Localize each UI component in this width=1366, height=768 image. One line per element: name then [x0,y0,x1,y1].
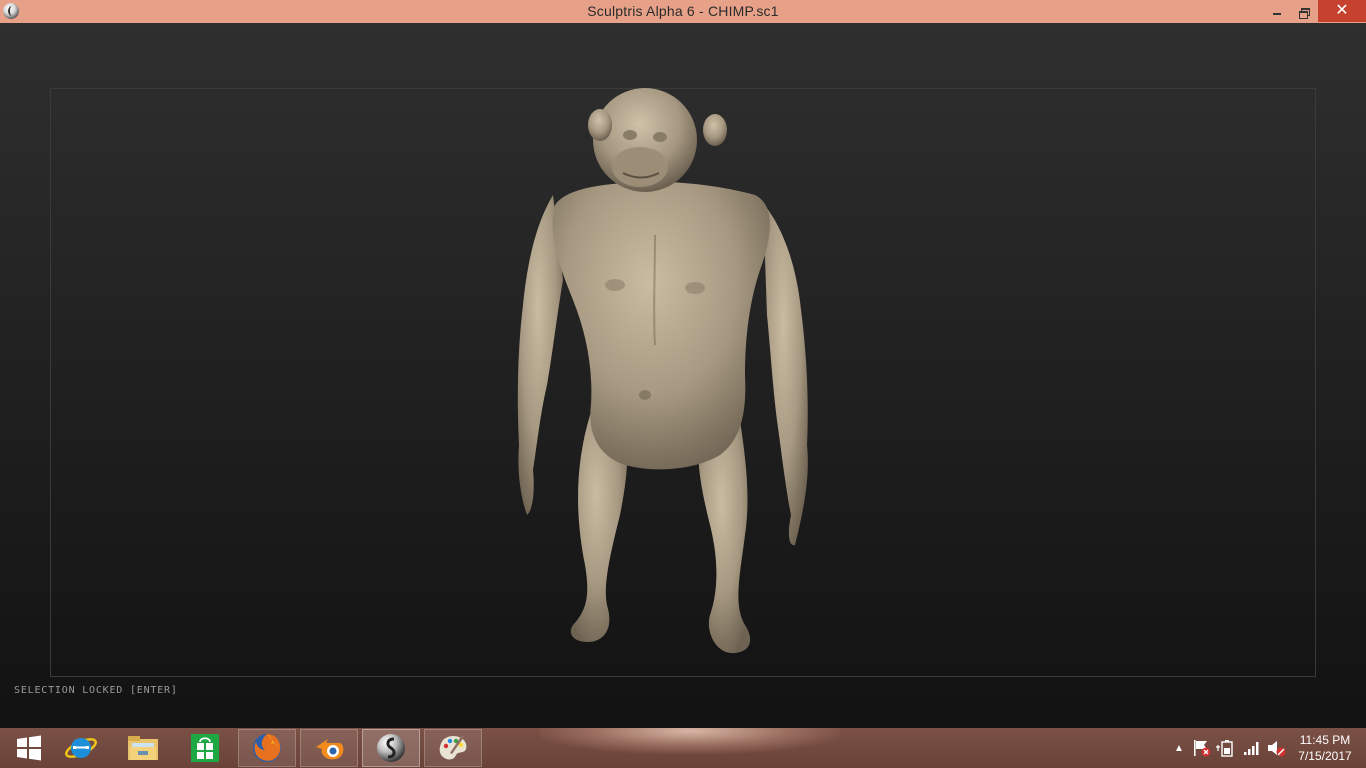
paint-palette-icon [439,735,467,760]
network-signal-icon[interactable] [1242,739,1262,757]
window-title: Sculptris Alpha 6 - CHIMP.sc1 [587,3,779,19]
close-button[interactable]: ✕ [1318,0,1366,22]
selection-status: SELECTION LOCKED [ENTER] [14,685,178,696]
minimize-icon [1272,12,1281,15]
file-explorer-button[interactable] [114,729,172,767]
blender-button[interactable] [300,729,358,767]
show-hidden-icons-icon[interactable]: ▲ [1168,743,1190,754]
taskbar-clock[interactable]: 11:45 PM 7/15/2017 [1290,732,1360,764]
windows-logo-icon [17,735,41,761]
battery-power-icon[interactable] [1216,739,1238,757]
restore-button[interactable] [1290,0,1317,22]
system-tray: ▲ [1168,728,1288,768]
clock-time: 11:45 PM [1299,733,1351,747]
restore-icon [1299,7,1310,19]
taskbar: ▲ 11:45 PM 7/15/2017 [0,728,1366,768]
volume-muted-icon[interactable] [1266,739,1288,757]
firefox-icon [253,734,281,762]
clock-date: 7/15/2017 [1298,749,1352,763]
internet-explorer-icon [65,738,97,758]
sculptris-button[interactable] [362,729,420,767]
folder-icon [128,736,158,760]
blender-icon [316,739,344,760]
firefox-button[interactable] [238,729,296,767]
store-icon [191,734,219,762]
sculpt-viewport[interactable]: SELECTION LOCKED [ENTER] [0,23,1366,728]
start-button[interactable] [0,729,58,767]
chimp-model[interactable] [495,85,835,665]
sculptris-icon [377,734,405,762]
minimize-button[interactable] [1263,0,1290,22]
action-center-flag-icon[interactable] [1192,739,1212,757]
windows-store-button[interactable] [176,729,234,767]
internet-explorer-button[interactable] [52,729,110,767]
paint-button[interactable] [424,729,482,767]
title-bar: Sculptris Alpha 6 - CHIMP.sc1 ✕ [0,0,1366,24]
